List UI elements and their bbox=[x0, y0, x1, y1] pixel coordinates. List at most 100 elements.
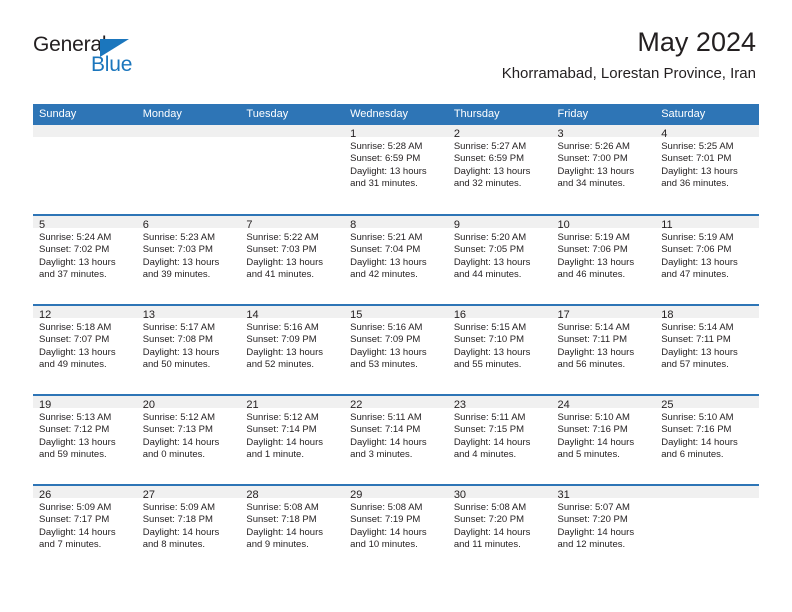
calendar-day-cell[interactable]: 9 Sunrise: 5:20 AM Sunset: 7:05 PM Daylight… bbox=[447, 214, 552, 305]
day-details: Sunrise: 5:08 AM Sunset: 7:19 PM Daylight:… bbox=[344, 498, 448, 552]
sunset-text: Sunset: 7:14 PM bbox=[246, 424, 317, 436]
calendar-cell-empty bbox=[136, 125, 241, 215]
sunrise-text: Sunrise: 5:21 AM bbox=[350, 232, 423, 243]
sunrise-text: Sunrise: 5:24 AM bbox=[39, 232, 112, 243]
calendar-day-cell[interactable]: 6 Sunrise: 5:23 AM Sunset: 7:03 PM Daylight… bbox=[136, 214, 241, 305]
sunrise-text: Sunrise: 5:16 AM bbox=[246, 322, 319, 333]
calendar-cell-empty bbox=[33, 125, 137, 215]
calendar-day-cell[interactable]: 30 Sunrise: 5:08 AM Sunset: 7:20 PM Dayligh… bbox=[447, 484, 552, 575]
sunrise-text: Sunrise: 5:22 AM bbox=[246, 232, 319, 243]
calendar-cell-empty bbox=[240, 125, 345, 215]
sunset-text: Sunset: 7:06 PM bbox=[661, 244, 732, 256]
calendar-day-cell[interactable]: 19 Sunrise: 5:13 AM Sunset: 7:12 PM Dayligh… bbox=[33, 394, 137, 485]
daylight-text: Daylight: 13 hours and 36 minutes. bbox=[661, 165, 738, 190]
day-number: 21 bbox=[240, 396, 345, 411]
sunrise-text: Sunrise: 5:25 AM bbox=[661, 141, 734, 152]
sunrise-text: Sunrise: 5:12 AM bbox=[142, 412, 216, 423]
daylight-text: Daylight: 13 hours and 57 minutes. bbox=[661, 346, 738, 371]
daylight-text: Daylight: 13 hours and 39 minutes. bbox=[142, 256, 220, 281]
weekday-header-monday: Monday bbox=[136, 104, 241, 125]
calendar-day-cell[interactable]: 5 Sunrise: 5:24 AM Sunset: 7:02 PM Daylight… bbox=[33, 214, 137, 305]
page-title: May 2024 bbox=[637, 27, 756, 57]
daylight-text: Daylight: 13 hours and 37 minutes. bbox=[39, 256, 116, 281]
day-number: 18 bbox=[655, 306, 759, 321]
calendar-day-cell[interactable]: 29 Sunrise: 5:08 AM Sunset: 7:19 PM Dayligh… bbox=[344, 484, 448, 575]
day-number bbox=[136, 125, 241, 137]
logo-text-blue: Blue bbox=[91, 53, 133, 76]
sunset-text: Sunset: 7:16 PM bbox=[661, 424, 732, 436]
calendar-day-cell[interactable]: 3 Sunrise: 5:26 AM Sunset: 7:00 PM Daylight… bbox=[551, 125, 656, 215]
weekday-header-wednesday: Wednesday bbox=[344, 104, 448, 125]
day-number bbox=[655, 486, 759, 498]
calendar-day-cell[interactable]: 31 Sunrise: 5:07 AM Sunset: 7:20 PM Dayligh… bbox=[551, 484, 656, 575]
day-details: Sunrise: 5:23 AM Sunset: 7:03 PM Daylight:… bbox=[137, 228, 241, 282]
sunset-text: Sunset: 7:13 PM bbox=[142, 424, 213, 436]
calendar-day-cell[interactable]: 13 Sunrise: 5:17 AM Sunset: 7:08 PM Dayligh… bbox=[136, 304, 241, 395]
calendar-week-row: 12 Sunrise: 5:18 AM Sunset: 7:07 PM Dayligh… bbox=[33, 304, 759, 395]
sunrise-text: Sunrise: 5:07 AM bbox=[557, 502, 630, 513]
calendar-body: 1 Sunrise: 5:28 AM Sunset: 6:59 PM Daylight… bbox=[33, 125, 759, 575]
day-details: Sunrise: 5:18 AM Sunset: 7:07 PM Daylight:… bbox=[33, 318, 137, 372]
calendar-week-row: 26 Sunrise: 5:09 AM Sunset: 7:17 PM Dayligh… bbox=[33, 484, 759, 575]
calendar-day-cell[interactable]: 22 Sunrise: 5:11 AM Sunset: 7:14 PM Dayligh… bbox=[344, 394, 448, 485]
calendar-day-cell[interactable]: 14 Sunrise: 5:16 AM Sunset: 7:09 PM Dayligh… bbox=[240, 304, 345, 395]
day-number: 28 bbox=[240, 486, 345, 501]
daylight-text: Daylight: 13 hours and 55 minutes. bbox=[453, 346, 531, 371]
sunrise-text: Sunrise: 5:14 AM bbox=[661, 322, 734, 333]
day-details: Sunrise: 5:26 AM Sunset: 7:00 PM Daylight:… bbox=[552, 137, 656, 191]
calendar-day-cell[interactable]: 15 Sunrise: 5:16 AM Sunset: 7:09 PM Dayligh… bbox=[344, 304, 448, 395]
daylight-text: Daylight: 13 hours and 42 minutes. bbox=[350, 256, 427, 281]
day-details: Sunrise: 5:13 AM Sunset: 7:12 PM Daylight:… bbox=[33, 408, 137, 462]
calendar-day-cell[interactable]: 10 Sunrise: 5:19 AM Sunset: 7:06 PM Dayligh… bbox=[551, 214, 656, 305]
sunset-text: Sunset: 7:17 PM bbox=[39, 514, 110, 526]
sunset-text: Sunset: 7:07 PM bbox=[39, 334, 110, 346]
sunset-text: Sunset: 7:10 PM bbox=[453, 334, 525, 346]
sunset-text: Sunset: 7:12 PM bbox=[39, 424, 110, 436]
calendar-day-cell[interactable]: 28 Sunrise: 5:08 AM Sunset: 7:18 PM Dayligh… bbox=[240, 484, 345, 575]
calendar-page: General Blue May 2024 Khorramabad, Lores… bbox=[0, 0, 792, 612]
calendar-day-cell[interactable]: 4 Sunrise: 5:25 AM Sunset: 7:01 PM Daylight… bbox=[655, 125, 759, 215]
sunrise-text: Sunrise: 5:28 AM bbox=[350, 141, 423, 152]
day-details: Sunrise: 5:22 AM Sunset: 7:03 PM Daylight:… bbox=[240, 228, 344, 282]
daylight-text: Daylight: 13 hours and 59 minutes. bbox=[39, 436, 116, 461]
calendar-day-cell[interactable]: 7 Sunrise: 5:22 AM Sunset: 7:03 PM Daylight… bbox=[240, 214, 345, 305]
calendar-day-cell[interactable]: 20 Sunrise: 5:12 AM Sunset: 7:13 PM Dayligh… bbox=[136, 394, 241, 485]
calendar-day-cell[interactable]: 17 Sunrise: 5:14 AM Sunset: 7:11 PM Dayligh… bbox=[551, 304, 656, 395]
day-number: 7 bbox=[240, 216, 345, 231]
sunset-text: Sunset: 7:00 PM bbox=[557, 153, 628, 165]
calendar-day-cell[interactable]: 1 Sunrise: 5:28 AM Sunset: 6:59 PM Daylight… bbox=[344, 125, 448, 215]
calendar-day-cell[interactable]: 11 Sunrise: 5:19 AM Sunset: 7:06 PM Dayligh… bbox=[655, 214, 759, 305]
calendar-day-cell[interactable]: 16 Sunrise: 5:15 AM Sunset: 7:10 PM Dayligh… bbox=[447, 304, 552, 395]
sunrise-text: Sunrise: 5:09 AM bbox=[142, 502, 216, 513]
calendar-day-cell[interactable]: 26 Sunrise: 5:09 AM Sunset: 7:17 PM Dayligh… bbox=[33, 484, 137, 575]
calendar-day-cell[interactable]: 2 Sunrise: 5:27 AM Sunset: 6:59 PM Daylight… bbox=[447, 125, 552, 215]
day-details: Sunrise: 5:14 AM Sunset: 7:11 PM Daylight:… bbox=[655, 318, 759, 372]
calendar-week-row: 19 Sunrise: 5:13 AM Sunset: 7:12 PM Dayligh… bbox=[33, 394, 759, 485]
sunrise-text: Sunrise: 5:15 AM bbox=[453, 322, 527, 333]
sunset-text: Sunset: 7:02 PM bbox=[39, 244, 110, 256]
sunrise-text: Sunrise: 5:11 AM bbox=[453, 412, 526, 423]
generalblue-logo[interactable]: General Blue bbox=[33, 33, 153, 79]
calendar-day-cell[interactable]: 23 Sunrise: 5:11 AM Sunset: 7:15 PM Dayligh… bbox=[447, 394, 552, 485]
daylight-text: Daylight: 13 hours and 50 minutes. bbox=[142, 346, 220, 371]
calendar-day-cell[interactable]: 27 Sunrise: 5:09 AM Sunset: 7:18 PM Dayligh… bbox=[136, 484, 241, 575]
day-number: 17 bbox=[551, 306, 656, 321]
day-details: Sunrise: 5:25 AM Sunset: 7:01 PM Daylight:… bbox=[655, 137, 759, 191]
weekday-header-friday: Friday bbox=[551, 104, 656, 125]
daylight-text: Daylight: 14 hours and 9 minutes. bbox=[246, 526, 323, 551]
calendar-day-cell[interactable]: 25 Sunrise: 5:10 AM Sunset: 7:16 PM Dayligh… bbox=[655, 394, 759, 485]
day-number: 20 bbox=[136, 396, 241, 411]
day-number: 24 bbox=[551, 396, 656, 411]
sunset-text: Sunset: 7:09 PM bbox=[350, 334, 421, 346]
sunrise-text: Sunrise: 5:09 AM bbox=[39, 502, 112, 513]
sunset-text: Sunset: 7:20 PM bbox=[453, 514, 525, 526]
calendar-day-cell[interactable]: 12 Sunrise: 5:18 AM Sunset: 7:07 PM Dayligh… bbox=[33, 304, 137, 395]
calendar-day-cell[interactable]: 24 Sunrise: 5:10 AM Sunset: 7:16 PM Dayligh… bbox=[551, 394, 656, 485]
calendar-day-cell[interactable]: 21 Sunrise: 5:12 AM Sunset: 7:14 PM Dayligh… bbox=[240, 394, 345, 485]
day-details: Sunrise: 5:07 AM Sunset: 7:20 PM Daylight:… bbox=[552, 498, 656, 552]
sunset-text: Sunset: 7:09 PM bbox=[246, 334, 317, 346]
calendar-day-cell[interactable]: 8 Sunrise: 5:21 AM Sunset: 7:04 PM Daylight… bbox=[344, 214, 448, 305]
daylight-text: Daylight: 13 hours and 46 minutes. bbox=[557, 256, 635, 281]
sunset-text: Sunset: 7:18 PM bbox=[142, 514, 213, 526]
calendar-day-cell[interactable]: 18 Sunrise: 5:14 AM Sunset: 7:11 PM Dayligh… bbox=[655, 304, 759, 395]
